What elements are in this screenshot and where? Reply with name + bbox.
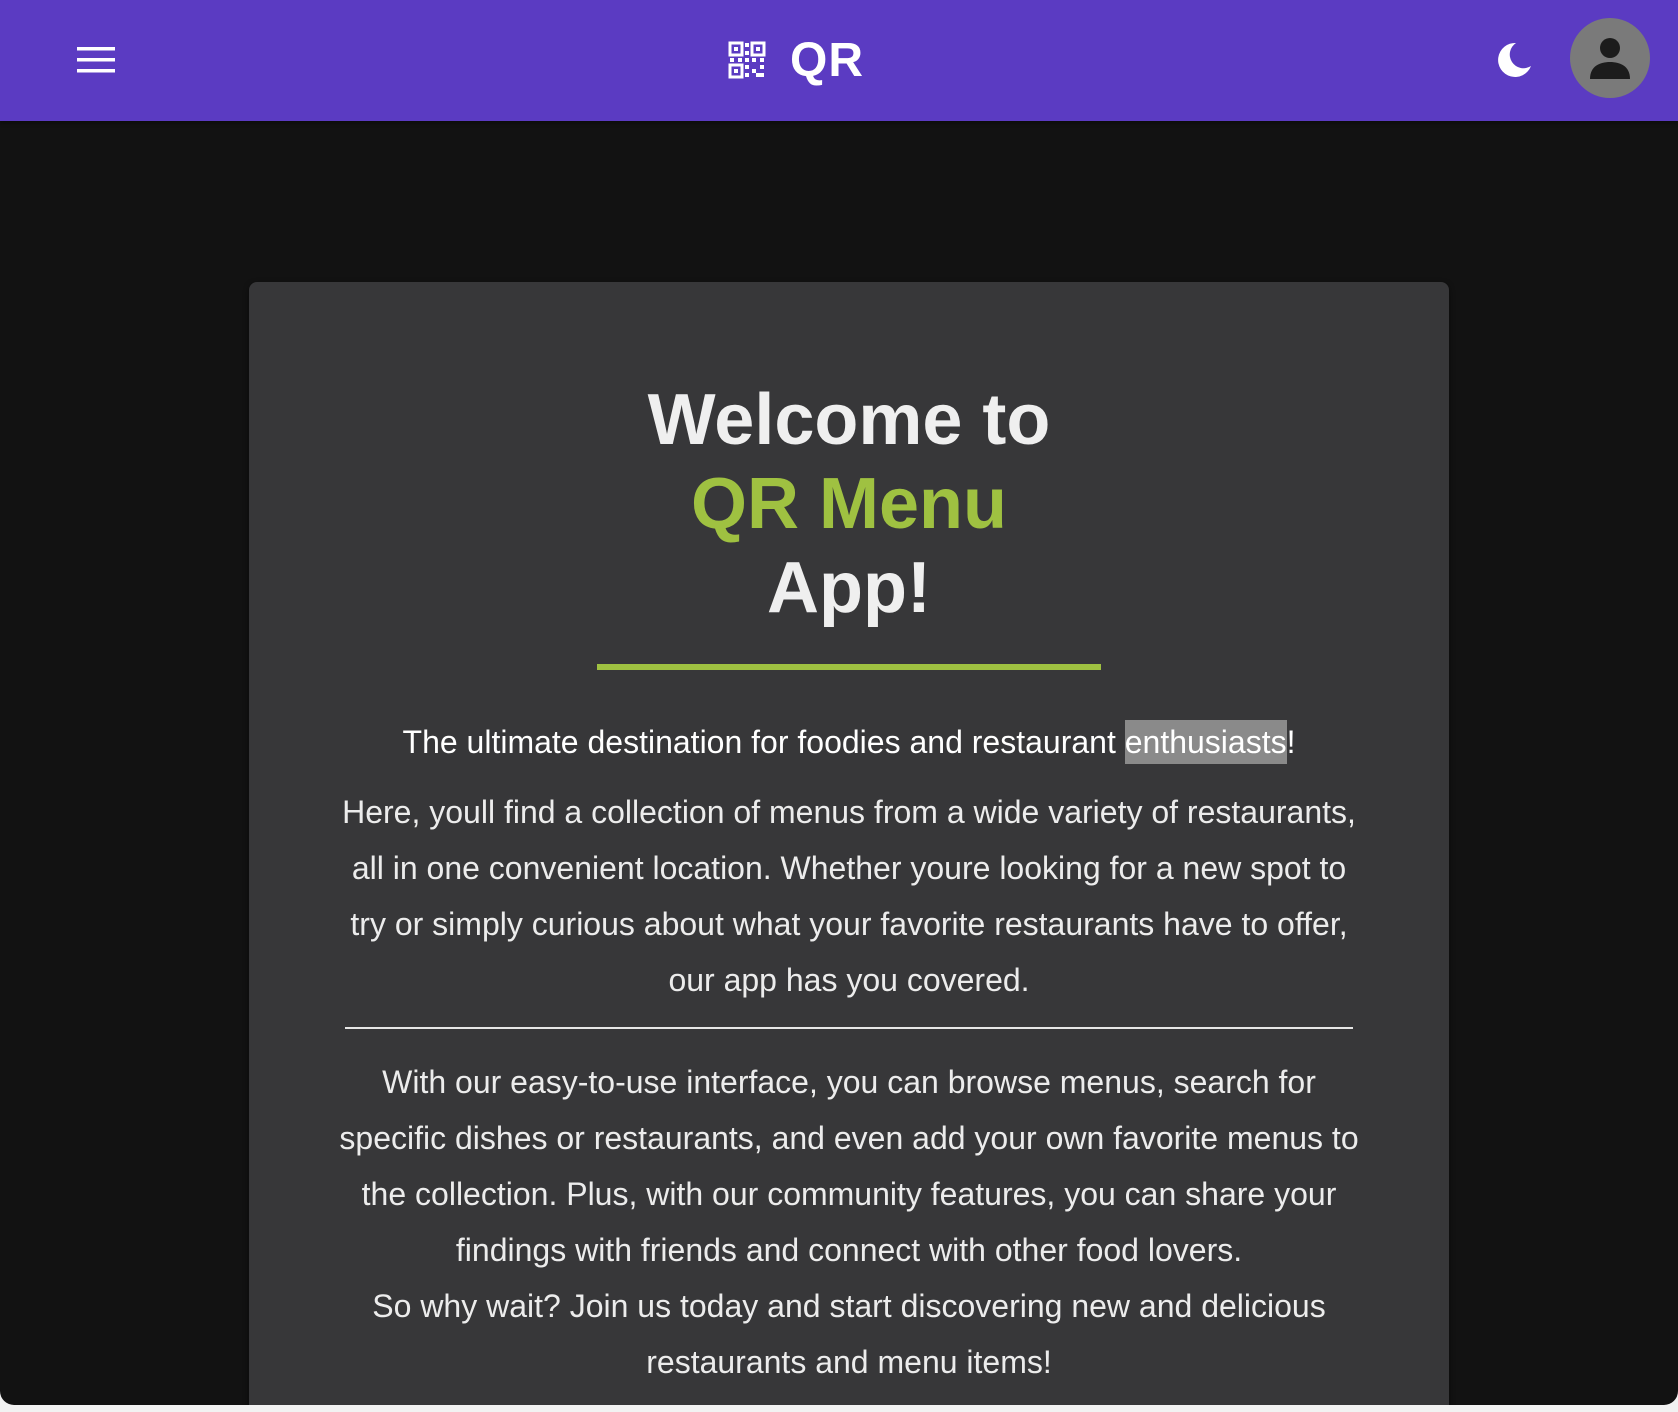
qr-code-icon — [728, 41, 766, 79]
tagline: The ultimate destination for foodies and… — [249, 714, 1449, 770]
call-to-action-paragraph: So why wait? Join us today and start dis… — [372, 1288, 1326, 1380]
tagline-text: The ultimate destination for foodies and… — [402, 724, 1125, 760]
features-paragraph: With our easy-to-use interface, you can … — [339, 1064, 1359, 1268]
hamburger-menu-icon — [77, 47, 115, 73]
tagline-exclamation: ! — [1286, 724, 1296, 760]
app-brand[interactable]: QR — [728, 28, 864, 92]
person-icon — [1590, 38, 1630, 79]
heading-app-name: QR Menu — [691, 464, 1007, 544]
welcome-card: Welcome to QR Menu App! The ultimate des… — [249, 282, 1449, 1405]
account-avatar-button[interactable] — [1570, 18, 1650, 98]
intro-paragraph: Here, youll find a collection of menus f… — [342, 794, 1356, 998]
app-window: QR Welcome to QR Menu App! The ultimate … — [0, 0, 1678, 1405]
menu-button[interactable] — [60, 30, 132, 90]
heading-line-3: App! — [767, 548, 931, 628]
section-divider — [345, 1027, 1353, 1029]
moon-icon — [1498, 42, 1531, 77]
top-app-bar: QR — [0, 0, 1678, 121]
welcome-heading: Welcome to QR Menu App! — [249, 378, 1449, 630]
heading-line-1: Welcome to — [647, 380, 1051, 460]
app-title: QR — [790, 33, 864, 87]
accent-divider — [597, 664, 1101, 670]
tagline-selected-word: enthusiasts — [1124, 720, 1287, 764]
theme-toggle-button[interactable] — [1484, 30, 1544, 90]
